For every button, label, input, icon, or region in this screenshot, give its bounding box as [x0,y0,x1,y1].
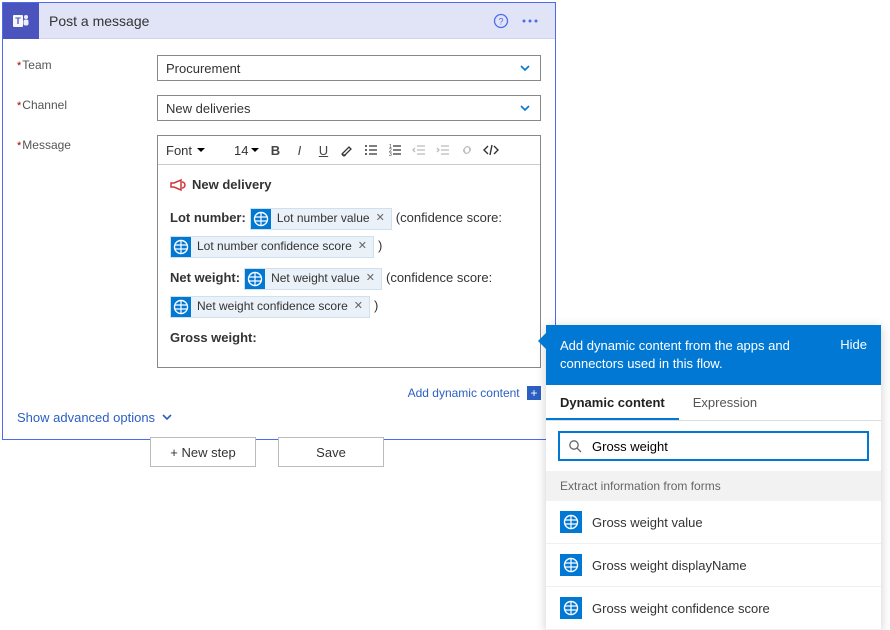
dc-item-label: Gross weight value [592,515,703,530]
help-icon[interactable]: ? [487,13,515,29]
hide-button[interactable]: Hide [840,337,867,373]
editor-title: New delivery [192,175,272,196]
action-card: T Post a message ? *Team Procurement *Ch… [2,2,556,440]
underline-button[interactable]: U [314,140,332,160]
numbered-button[interactable]: 123 [386,140,404,160]
field-channel-row: *Channel New deliveries [17,95,541,121]
more-icon[interactable] [515,13,545,29]
bullets-button[interactable] [362,140,380,160]
dc-header-text: Add dynamic content from the apps and co… [560,337,830,373]
ai-globe-icon [560,597,582,619]
lot-label: Lot number: [170,208,246,229]
token-net-value[interactable]: Net weight value ✕ [244,268,382,290]
outdent-button[interactable] [410,140,428,160]
font-select[interactable]: Font [166,143,228,158]
card-header[interactable]: T Post a message ? [3,3,555,39]
team-value: Procurement [166,61,240,76]
token-remove-icon[interactable]: ✕ [358,238,367,256]
ai-globe-icon [171,237,191,257]
ai-globe-icon [171,297,191,317]
tab-expression[interactable]: Expression [679,385,771,420]
token-remove-icon[interactable]: ✕ [376,210,385,228]
card-body: *Team Procurement *Channel New deliverie… [3,39,555,380]
add-dynamic-content-link[interactable]: Add dynamic content + [3,380,555,410]
link-button[interactable] [458,140,476,160]
svg-text:T: T [15,16,21,26]
ai-globe-icon [560,511,582,533]
highlight-button[interactable] [338,140,356,160]
dc-result-item[interactable]: Gross weight value [546,501,881,544]
italic-button[interactable]: I [290,140,308,160]
new-step-button[interactable]: + New step [150,437,256,467]
dynamic-content-panel: Add dynamic content from the apps and co… [546,325,881,630]
ai-globe-icon [245,269,265,289]
dc-header: Add dynamic content from the apps and co… [546,325,881,385]
indent-button[interactable] [434,140,452,160]
dc-result-item[interactable]: Gross weight confidence score [546,587,881,630]
ai-globe-icon [560,554,582,576]
show-advanced-options[interactable]: Show advanced options [3,410,555,439]
ai-globe-icon [251,209,271,229]
svg-text:?: ? [498,16,503,26]
panel-notch [538,333,546,349]
dc-search-input[interactable] [590,438,859,455]
svg-text:3: 3 [389,152,392,157]
token-remove-icon[interactable]: ✕ [366,270,375,288]
field-team-row: *Team Procurement [17,55,541,81]
code-view-button[interactable] [482,140,500,160]
chevron-down-icon [518,61,532,75]
conf-close: ) [378,236,382,257]
gross-label: Gross weight: [170,328,528,349]
token-lot-value[interactable]: Lot number value ✕ [250,208,392,230]
net-label: Net weight: [170,268,240,289]
field-message-label: *Message [17,135,157,368]
dc-group-header: Extract information from forms [546,471,881,501]
dc-item-label: Gross weight displayName [592,558,747,573]
dc-result-item[interactable]: Gross weight displayName [546,544,881,587]
megaphone-icon [170,178,186,192]
teams-icon: T [3,3,39,39]
dc-search-box[interactable] [558,431,869,461]
chevron-down-icon [518,101,532,115]
field-team-label: *Team [17,55,157,81]
card-title: Post a message [39,13,487,29]
dc-item-label: Gross weight confidence score [592,601,770,616]
plus-icon: + [527,386,541,400]
conf-close: ) [374,296,378,317]
channel-dropdown[interactable]: New deliveries [157,95,541,121]
tab-dynamic-content[interactable]: Dynamic content [546,385,679,420]
channel-value: New deliveries [166,101,251,116]
conf-open: (confidence score: [396,208,502,229]
field-channel-label: *Channel [17,95,157,121]
font-size-select[interactable]: 14 [234,143,260,158]
rich-editor: Font 14 B I U [157,135,541,368]
dc-tabs: Dynamic content Expression [546,385,881,421]
token-lot-conf[interactable]: Lot number confidence score ✕ [170,236,374,258]
field-message-row: *Message Font 14 B I U [17,135,541,368]
editor-toolbar: Font 14 B I U [158,136,540,165]
chevron-down-icon [161,411,173,423]
conf-open: (confidence score: [386,268,492,289]
team-dropdown[interactable]: Procurement [157,55,541,81]
footer-buttons: + New step Save [150,437,384,467]
token-net-conf[interactable]: Net weight confidence score ✕ [170,296,370,318]
bold-button[interactable]: B [266,140,284,160]
save-button[interactable]: Save [278,437,384,467]
search-icon [568,439,582,453]
token-remove-icon[interactable]: ✕ [354,298,363,316]
editor-body[interactable]: New delivery Lot number: Lot number valu… [158,165,540,367]
